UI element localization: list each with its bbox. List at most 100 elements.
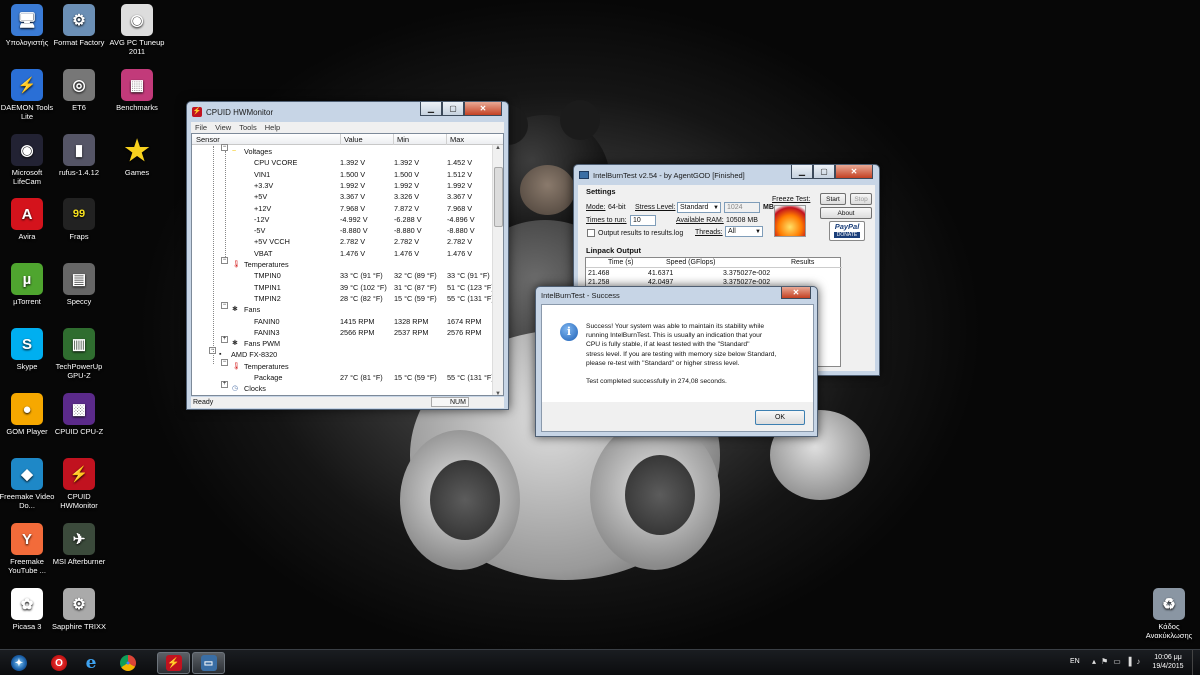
menu-help[interactable]: Help <box>261 122 284 133</box>
sensor-row[interactable]: FANIN3 2566 RPM 2537 RPM 2576 RPM <box>192 327 492 338</box>
desktop-icon-freemake-youtube[interactable]: Y Freemake YouTube ... <box>0 523 56 575</box>
network-icon[interactable]: ▐ <box>1126 657 1137 666</box>
sensor-group[interactable]: + ✱ Fans PWM <box>192 336 492 349</box>
start-button[interactable]: Start <box>820 193 846 205</box>
sensor-row[interactable]: +12V 7.968 V 7.872 V 7.968 V <box>192 203 492 214</box>
sensor-row[interactable]: +5V VCCH 2.782 V 2.782 V 2.782 V <box>192 236 492 247</box>
desktop-icon-fraps[interactable]: 99 Fraps <box>50 198 108 241</box>
hwmonitor-scrollbar[interactable]: ▲ ▼ <box>492 145 503 395</box>
desktop-icon-picasa[interactable]: ✿ Picasa 3 <box>0 588 56 631</box>
sensor-row[interactable]: VBAT 1.476 V 1.476 V 1.476 V <box>192 248 492 259</box>
tray-expand-icon[interactable]: ▴ <box>1092 657 1101 666</box>
desktop-icon-computer[interactable]: 🖥 Υπολογιστής <box>0 4 56 47</box>
taskbar-opera-button[interactable]: O <box>44 652 74 674</box>
desktop-icon-cpuz[interactable]: ▩ CPUID CPU-Z <box>50 393 108 436</box>
sensor-row[interactable]: Package 27 °C (81 °F) 15 °C (59 °F) 55 °C (… <box>192 372 494 383</box>
hwmonitor-sensor-tree[interactable]: Sensor Value Min Max − ~ Voltages CPU VCORE… <box>191 133 504 396</box>
desktop-icon-utorrent[interactable]: µ µTorrent <box>0 263 56 306</box>
desktop-icon-msi-afterburner[interactable]: ✈ MSI Afterburner <box>50 523 108 566</box>
column-max[interactable]: Max <box>446 134 464 145</box>
desktop-icon-benchmarks[interactable]: ▦ Benchmarks <box>108 69 166 112</box>
desktop-icon-avg-tuneup[interactable]: ◉ AVG PC Tuneup 2011 <box>108 4 166 56</box>
avg-tuneup-icon: ◉ <box>121 4 153 36</box>
sensor-row[interactable]: CPU VCORE 1.392 V 1.392 V 1.452 V <box>192 157 492 168</box>
desktop-icon-freemake-video[interactable]: ◆ Freemake Video Do... <box>0 458 56 510</box>
desktop-icon-avira[interactable]: A Avira <box>0 198 56 241</box>
sensor-row[interactable]: +5V 3.367 V 3.326 V 3.367 V <box>192 191 492 202</box>
output-results-checkbox[interactable] <box>587 229 595 237</box>
freeze-test-flame-icon[interactable] <box>774 205 806 237</box>
taskbar-start-orb-button[interactable]: ✦ <box>4 652 34 674</box>
desktop-icon-sapphire-trixx[interactable]: ⚙ Sapphire TRIXX <box>50 588 108 631</box>
ibt-close-button[interactable]: ✕ <box>835 165 873 179</box>
clock[interactable]: 10:06 μμ 19/4/2015 <box>1148 653 1188 671</box>
sensor-group[interactable]: − 🌡 Temperatures <box>192 257 492 270</box>
menu-tools[interactable]: Tools <box>235 122 261 133</box>
speccy-icon: ▤ <box>63 263 95 295</box>
device-node[interactable]: − ▪ AMD FX-8320 <box>192 347 492 360</box>
desktop-icon-hwmonitor[interactable]: ⚡ CPUID HWMonitor <box>50 458 108 510</box>
maximize-button[interactable]: ▢ <box>442 102 464 116</box>
ibt-minimize-button[interactable]: ▁ <box>791 165 813 179</box>
taskbar-chrome-button[interactable]: ● <box>113 652 143 674</box>
desktop-icon-skype[interactable]: S Skype <box>0 328 56 371</box>
desktop-icon-label: Κάδος Ανακύκλωσης <box>1145 622 1193 640</box>
status-ready: Ready <box>193 399 214 406</box>
desktop-icon-speccy[interactable]: ▤ Speccy <box>50 263 108 306</box>
stop-button[interactable]: Stop <box>850 193 872 205</box>
sensor-value: 1.392 V <box>340 158 366 168</box>
sensor-group[interactable]: + ◷ Clocks <box>192 381 492 394</box>
desktop-icon-et6[interactable]: ◎ ET6 <box>50 69 108 112</box>
sensor-row[interactable]: TMPIN0 33 °C (91 °F) 32 °C (89 °F) 33 °C (9… <box>192 270 492 281</box>
stress-level-select[interactable]: Standard ▼ <box>677 202 721 213</box>
taskbar-hwmonitor-button[interactable]: ⚡ <box>157 652 190 674</box>
volume-icon[interactable]: ♪ <box>1136 657 1145 666</box>
times-to-run-input[interactable]: 10 <box>630 215 656 226</box>
col-results: Results <box>791 259 815 266</box>
desktop-icon-daemon-tools[interactable]: ⚡ DAEMON Tools Lite <box>0 69 56 121</box>
desktop-icon-rufus[interactable]: ▮ rufus-1.4.12 <box>50 134 108 177</box>
threads-select[interactable]: All ▼ <box>725 226 763 237</box>
sensor-row[interactable]: TMPIN2 28 °C (82 °F) 15 °C (59 °F) 55 °C (1… <box>192 293 494 304</box>
ibt-maximize-button[interactable]: ▢ <box>813 165 835 179</box>
close-button[interactable]: ✕ <box>464 102 502 116</box>
desktop-icon-gpuz[interactable]: ▥ TechPowerUp GPU-Z <box>50 328 108 380</box>
sensor-group[interactable]: − ✱ Fans <box>192 302 492 315</box>
tray-monitor-icon[interactable]: ▭ <box>1113 657 1126 666</box>
taskbar-internet-explorer-button[interactable]: e <box>76 652 106 674</box>
show-desktop-button[interactable] <box>1192 650 1200 675</box>
sensor-row[interactable]: -12V -4.992 V -6.288 V -4.896 V <box>192 214 492 225</box>
dialog-titlebar[interactable]: IntelBurnTest - Success <box>536 287 817 303</box>
sensor-group[interactable]: − ~ Voltages <box>192 144 492 157</box>
desktop-icon-format-factory[interactable]: ⚙ Format Factory <box>50 4 108 47</box>
desktop-icon-label: Speccy <box>66 297 92 306</box>
sensor-value: 1.476 V <box>340 248 366 258</box>
sensor-row[interactable]: +3.3V 1.992 V 1.992 V 1.992 V <box>192 180 492 191</box>
sensor-group[interactable]: − 🌡 Temperatures <box>192 358 492 372</box>
memory-size-field[interactable]: 1024 <box>724 202 760 213</box>
sensor-row[interactable]: -5V -8.880 V -8.880 V -8.880 V <box>192 225 492 236</box>
scrollbar-thumb[interactable] <box>494 167 503 227</box>
desktop-icon-recycle-bin[interactable]: ♻ Κάδος Ανακύκλωσης <box>1140 588 1198 640</box>
desktop-icon-games-star[interactable]: ★ Games <box>108 134 166 177</box>
sensor-row[interactable]: FANIN0 1415 RPM 1328 RPM 1674 RPM <box>192 316 492 327</box>
paypal-donate-button[interactable]: PayPal DONATE <box>829 221 865 241</box>
language-indicator[interactable]: EN <box>1070 658 1080 665</box>
hwmonitor-window[interactable]: ⚡ CPUID HWMonitor ▁ ▢ ✕ File View Tools … <box>186 101 509 410</box>
tray-flag-icon[interactable]: ⚑ <box>1101 657 1113 666</box>
column-sensor[interactable]: Sensor <box>196 134 220 145</box>
sensor-row[interactable]: VIN1 1.500 V 1.500 V 1.512 V <box>192 169 492 180</box>
minimize-button[interactable]: ▁ <box>420 102 442 116</box>
column-value[interactable]: Value <box>340 134 363 145</box>
menu-view[interactable]: View <box>211 122 235 133</box>
sensor-row[interactable]: TMPIN1 39 °C (102 °F) 31 °C (87 °F) 51 °C (… <box>192 282 494 293</box>
menu-file[interactable]: File <box>191 122 211 133</box>
about-button[interactable]: About <box>820 207 872 219</box>
success-dialog[interactable]: IntelBurnTest - Success ✕ i Success! You… <box>535 286 818 437</box>
desktop-icon-gom-player[interactable]: ● GOM Player <box>0 393 56 436</box>
ok-button[interactable]: OK <box>755 410 805 425</box>
desktop-icon-lifecam[interactable]: ◉ Microsoft LifeCam <box>0 134 56 186</box>
column-min[interactable]: Min <box>393 134 409 145</box>
dialog-close-button[interactable]: ✕ <box>781 287 811 299</box>
taskbar-intelburntest-button[interactable]: ▭ <box>192 652 225 674</box>
